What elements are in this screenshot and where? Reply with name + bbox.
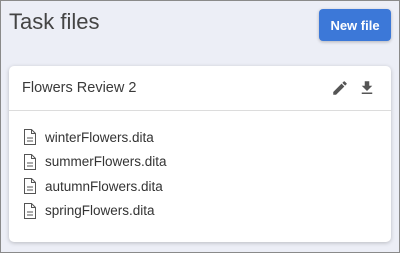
file-icon: [24, 153, 36, 170]
task-files-card: Flowers Review 2 winterFlowers.dita summ…: [9, 66, 391, 242]
file-item[interactable]: autumnFlowers.dita: [9, 174, 391, 199]
file-icon: [24, 178, 36, 195]
edit-icon[interactable]: [331, 79, 349, 97]
file-list: winterFlowers.dita summerFlowers.dita au…: [9, 111, 391, 223]
file-name: winterFlowers.dita: [45, 129, 154, 145]
file-name: springFlowers.dita: [45, 203, 155, 219]
new-file-button[interactable]: New file: [319, 9, 391, 41]
file-name: autumnFlowers.dita: [45, 178, 163, 194]
download-icon[interactable]: [358, 79, 376, 97]
file-icon: [24, 202, 36, 219]
file-item[interactable]: summerFlowers.dita: [9, 150, 391, 175]
file-item[interactable]: winterFlowers.dita: [9, 125, 391, 150]
page-title: Task files: [9, 9, 100, 34]
card-title: Flowers Review 2: [22, 80, 137, 96]
file-icon: [24, 129, 36, 146]
file-item[interactable]: springFlowers.dita: [9, 199, 391, 224]
file-name: summerFlowers.dita: [45, 154, 167, 170]
card-header: Flowers Review 2: [9, 66, 391, 111]
